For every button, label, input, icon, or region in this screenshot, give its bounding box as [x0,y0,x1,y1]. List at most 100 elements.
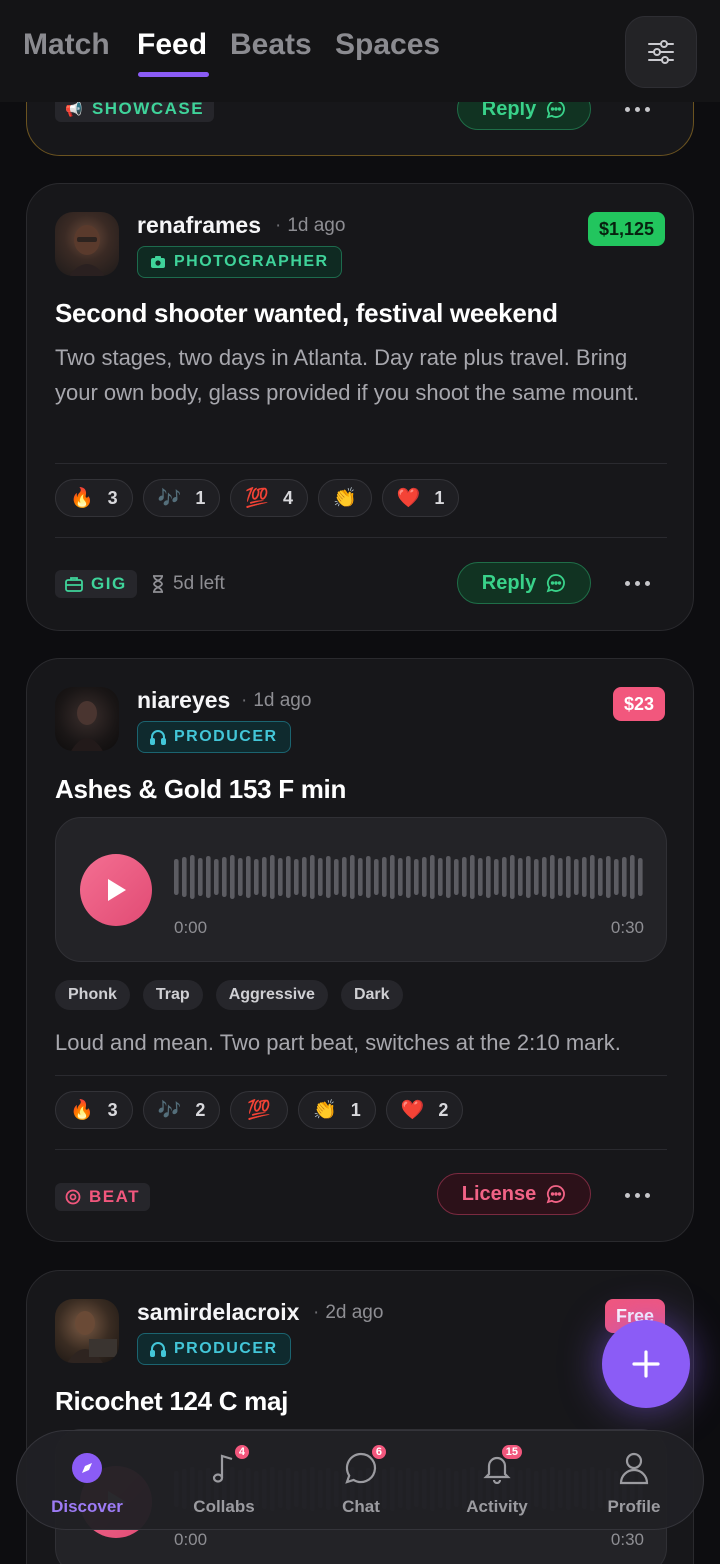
bottom-nav: Discover 4 Collabs 6 Chat 15 Activity Pr… [16,1430,704,1530]
tag[interactable]: Dark [340,980,403,1010]
waveform-bar [446,856,451,898]
waveform-bar [606,856,611,898]
waveform-bar [598,858,603,896]
divider [55,463,667,464]
chat-bubble-icon [546,574,566,593]
username[interactable]: samirdelacroix [137,1299,299,1326]
reaction-fire[interactable]: 🔥 3 [55,479,133,517]
plus-icon [632,1350,660,1378]
post-time: · 2d ago [313,1302,384,1323]
reaction-hundred[interactable]: 💯 [230,1091,289,1129]
waveform-bar [262,857,267,897]
reaction-hundred[interactable]: 💯 4 [230,479,309,517]
waveform-bar [302,857,307,897]
waveform-bar [478,858,483,896]
reaction-fire[interactable]: 🔥 3 [55,1091,133,1129]
compass-icon [70,1451,104,1485]
waveform[interactable] [174,854,644,900]
music-note-icon: 4 [207,1443,251,1485]
waveform-bar [214,859,219,895]
waveform-bar [526,856,531,898]
waveform-bar [230,855,235,899]
waveform-bar [286,856,291,898]
post-card-gig[interactable]: renaframes · 1d ago PHOTOGRAPHER $1,125 S… [26,183,694,631]
waveform-bar [270,855,275,899]
notification-badge: 15 [499,1443,524,1461]
post-title: Ricochet 124 C maj [55,1386,289,1416]
price-badge: $1,125 [587,212,665,246]
create-post-button[interactable] [602,1320,690,1408]
waveform-bar [470,855,475,899]
reaction-clap[interactable]: 👏 [318,479,372,517]
role-badge: PRODUCER [137,721,291,753]
waveform-bar [382,857,387,897]
chat-bubble-icon [546,100,566,119]
waveform-bar [510,855,515,899]
waveform-bar [534,859,539,895]
username[interactable]: renaframes [137,212,261,239]
reaction-heart[interactable]: ❤️ 1 [381,479,460,517]
play-button[interactable] [80,854,152,926]
nav-profile[interactable]: Profile [574,1431,694,1531]
waveform-bar [174,859,179,895]
current-time: 0:00 [174,1530,208,1549]
avatar[interactable] [55,1299,119,1363]
waveform-bar [254,859,259,895]
waveform-bar [558,858,563,896]
nav-chat[interactable]: 6 Chat [301,1431,421,1531]
tag[interactable]: Aggressive [215,980,328,1010]
waveform-bar [334,859,339,895]
headphones-icon [150,730,166,745]
tag[interactable]: Phonk [55,980,130,1010]
waveform-bar [358,858,363,896]
reaction-music[interactable]: 🎶 2 [142,1091,221,1129]
tab-feed[interactable]: Feed [137,28,207,62]
reaction-music[interactable]: 🎶 1 [142,479,221,517]
waveform-bar [414,859,419,895]
active-tab-indicator [138,72,209,77]
waveform-bar [198,858,203,896]
waveform-bar [294,859,299,895]
divider [55,1149,667,1150]
time-left: 5d left [151,573,225,595]
avatar[interactable] [55,212,119,276]
waveform-bar [590,855,595,899]
reaction-bar: 🔥 3 🎶 2 💯 👏 1 ❤️ 2 [55,1091,464,1129]
waveform-bar [438,858,443,896]
type-badge-beat: BEAT [55,1183,151,1211]
tab-spaces[interactable]: Spaces [335,28,440,62]
briefcase-icon [65,577,83,592]
top-bar: Match Feed Beats Spaces [0,0,720,102]
target-icon [65,1189,81,1205]
more-options-icon[interactable] [625,578,653,588]
post-card-beat[interactable]: niareyes · 1d ago PRODUCER $23 Ashes & Go… [26,658,694,1242]
waveform-bar [462,857,467,897]
tab-match[interactable]: Match [23,28,110,62]
username[interactable]: niareyes [137,687,230,714]
waveform-bar [422,857,427,897]
more-options-icon[interactable] [625,104,653,114]
nav-discover[interactable]: Discover [27,1431,147,1531]
type-badge-gig: GIG [55,570,137,598]
reaction-clap[interactable]: 👏 1 [298,1091,376,1129]
license-button[interactable]: License [437,1173,591,1215]
waveform-bar [582,857,587,897]
reaction-heart[interactable]: ❤️ 2 [385,1091,464,1129]
nav-collabs[interactable]: 4 Collabs [164,1431,284,1531]
headphones-icon [150,1342,166,1357]
more-options-icon[interactable] [625,1190,653,1200]
tab-beats[interactable]: Beats [230,28,312,62]
role-badge: PHOTOGRAPHER [137,246,342,278]
nav-activity[interactable]: 15 Activity [437,1431,557,1531]
waveform-bar [622,857,627,897]
reply-button[interactable]: Reply [457,562,591,604]
divider [55,537,667,538]
audio-player: 0:00 0:30 [55,817,667,962]
post-time: · 1d ago [275,215,346,236]
filter-button[interactable] [625,16,697,88]
waveform-bar [190,855,195,899]
waveform-bar [222,857,227,897]
avatar[interactable] [55,687,119,751]
tag[interactable]: Trap [142,980,203,1010]
bell-icon: 15 [480,1443,524,1485]
